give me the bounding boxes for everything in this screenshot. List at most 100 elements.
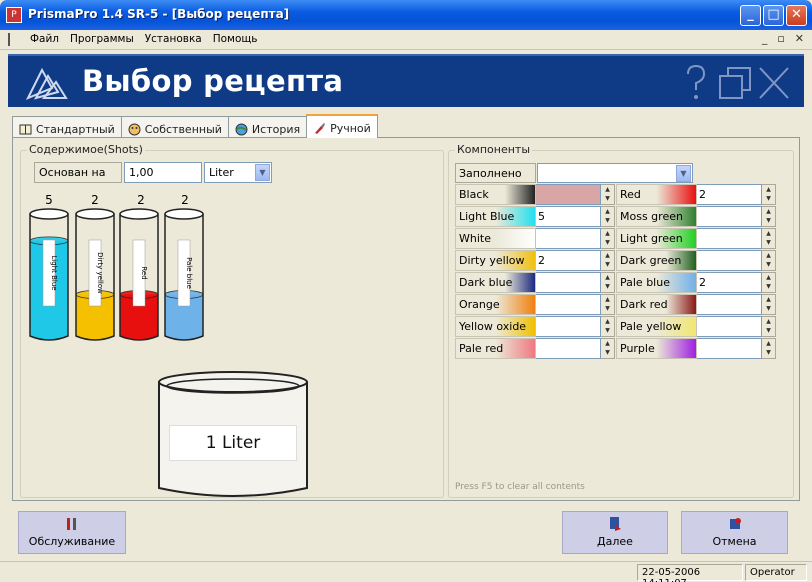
component-value-input[interactable] (536, 316, 601, 337)
tube-count: 2 (137, 193, 145, 207)
mdi-close-button[interactable]: ✕ (795, 32, 804, 45)
component-value-input[interactable]: 2 (697, 272, 762, 293)
spin-icon[interactable]: ▲ ▼ (762, 250, 776, 271)
component-name: Yellow oxide (455, 316, 536, 337)
unit-select-value: Liter (209, 166, 234, 179)
next-button-label: Далее (597, 535, 633, 548)
component-value-input[interactable] (536, 228, 601, 249)
spin-icon[interactable]: ▲ ▼ (601, 316, 615, 337)
spin-icon[interactable]: ▲ ▼ (762, 184, 776, 205)
minimize-button[interactable]: _ (740, 5, 761, 26)
component-value-input[interactable] (697, 338, 762, 359)
title-bar: P PrismaPro 1.4 SR-5 - [Выбор рецепта] _… (0, 0, 812, 30)
status-datetime: 22-05-2006 14:11:07 (637, 564, 743, 582)
component-value-input[interactable] (536, 294, 601, 315)
status-bar: 22-05-2006 14:11:07 Operator (0, 561, 812, 582)
component-row: Yellow oxide ▲ ▼ (455, 316, 615, 337)
component-name: Black (455, 184, 536, 205)
component-name: White (455, 228, 536, 249)
component-value-input[interactable]: 5 (536, 206, 601, 227)
component-value-input[interactable] (536, 184, 601, 205)
spin-icon[interactable]: ▲ ▼ (601, 294, 615, 315)
can-volume-label: 1 Liter (169, 425, 297, 461)
component-row: Pale red ▲ ▼ (455, 338, 615, 359)
menu-programs[interactable]: Программы (70, 33, 134, 45)
based-on-input[interactable]: 1,00 (124, 162, 202, 183)
next-button[interactable]: Далее (562, 511, 668, 554)
tab-history[interactable]: История (227, 116, 308, 138)
component-row: Moss green ▲ ▼ (616, 206, 776, 227)
component-value-input[interactable] (536, 338, 601, 359)
component-value-input[interactable] (697, 294, 762, 315)
spin-icon[interactable]: ▲ ▼ (601, 184, 615, 205)
spin-icon[interactable]: ▲ ▼ (762, 294, 776, 315)
status-user: Operator (745, 564, 807, 581)
tube-label: Dirty yellow (96, 252, 104, 294)
component-value-input[interactable]: 2 (697, 184, 762, 205)
component-name: Dark green (616, 250, 697, 271)
tube-dirty-yellow: Dirty yellow (75, 208, 115, 341)
menu-settings[interactable]: Установка (145, 33, 202, 45)
component-value-input[interactable]: 2 (536, 250, 601, 271)
close-button[interactable]: ✕ (786, 5, 807, 26)
chevron-down-icon[interactable]: ▼ (255, 164, 270, 181)
component-name: Pale yellow (616, 316, 697, 337)
mdi-minimize-button[interactable]: _ (762, 32, 768, 45)
component-name: Purple (616, 338, 697, 359)
spin-icon[interactable]: ▲ ▼ (762, 338, 776, 359)
page-header: Выбор рецепта (8, 54, 804, 107)
brush-icon (315, 123, 326, 134)
restore-icon[interactable] (719, 67, 751, 99)
unit-select[interactable]: Liter ▼ (204, 162, 272, 183)
page-title: Выбор рецепта (82, 64, 344, 98)
component-value-input[interactable] (697, 206, 762, 227)
maximize-button[interactable]: □ (763, 5, 784, 26)
close-icon[interactable] (759, 67, 789, 99)
component-value-input[interactable] (536, 272, 601, 293)
tube-light-blue: Light Blue (29, 208, 69, 341)
spin-icon[interactable]: ▲ ▼ (762, 316, 776, 337)
fill-select[interactable]: ▼ (537, 163, 693, 183)
service-button[interactable]: Обслуживание (18, 511, 126, 554)
tab-label: История (251, 122, 301, 136)
help-icon[interactable] (687, 64, 706, 99)
fill-label: Заполнено (455, 163, 536, 183)
spin-icon[interactable]: ▲ ▼ (601, 272, 615, 293)
tab-label: Стандартный (36, 122, 115, 136)
app-icon: P (6, 7, 22, 23)
component-row: Red 2 ▲ ▼ (616, 184, 776, 205)
component-name: Pale red (455, 338, 536, 359)
menu-file[interactable]: Файл (30, 33, 59, 45)
spin-icon[interactable]: ▲ ▼ (762, 228, 776, 249)
clear-hint: Press F5 to clear all contents (455, 482, 585, 492)
component-name: Orange (455, 294, 536, 315)
spin-icon[interactable]: ▲ ▼ (762, 206, 776, 227)
cancel-icon (729, 518, 741, 529)
tools-icon (67, 518, 76, 530)
chevron-down-icon[interactable]: ▼ (676, 165, 691, 182)
mdi-restore-button[interactable]: ▫ (777, 32, 784, 45)
menu-help[interactable]: Помощь (213, 33, 258, 45)
spin-icon[interactable]: ▲ ▼ (601, 228, 615, 249)
component-row: Black ▲ ▼ (455, 184, 615, 205)
spin-icon[interactable]: ▲ ▼ (601, 206, 615, 227)
tab-standard[interactable]: Стандартный (12, 116, 122, 138)
tab-manual[interactable]: Ручной (306, 114, 378, 138)
window-title: PrismaPro 1.4 SR-5 - [Выбор рецепта] (28, 7, 290, 21)
component-value-input[interactable] (697, 316, 762, 337)
component-value-input[interactable] (697, 250, 762, 271)
spin-icon[interactable]: ▲ ▼ (601, 338, 615, 359)
components-group-label: Компоненты (455, 143, 533, 156)
component-row: Dark red ▲ ▼ (616, 294, 776, 315)
prisma-logo-icon (25, 67, 68, 100)
spin-icon[interactable]: ▲ ▼ (762, 272, 776, 293)
component-name: Light green (616, 228, 697, 249)
menu-bar: Файл Программы Установка Помощь _ ▫ ✕ (0, 30, 812, 50)
component-value-input[interactable] (697, 228, 762, 249)
document-icon[interactable] (8, 33, 20, 46)
cancel-button-label: Отмена (712, 535, 757, 548)
next-icon (610, 517, 621, 531)
tab-own[interactable]: Собственный (120, 116, 229, 138)
cancel-button[interactable]: Отмена (681, 511, 788, 554)
spin-icon[interactable]: ▲ ▼ (601, 250, 615, 271)
